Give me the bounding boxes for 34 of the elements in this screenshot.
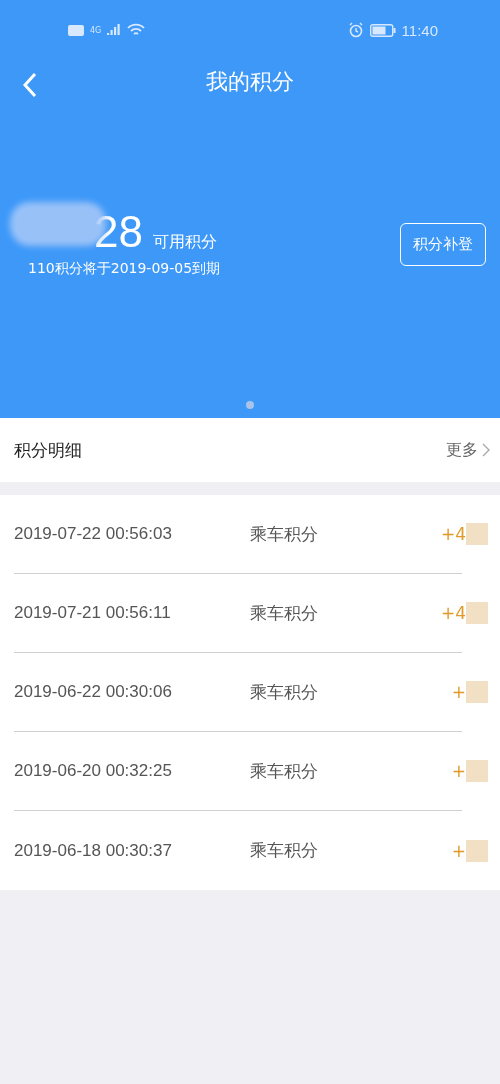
section-title: 积分明细 bbox=[14, 438, 82, 462]
record-amount: + bbox=[451, 840, 466, 861]
blurred-area bbox=[466, 760, 488, 782]
points-label: 可用积分 bbox=[152, 232, 217, 253]
record-type: 乘车积分 bbox=[250, 680, 318, 704]
alarm-icon bbox=[347, 22, 364, 38]
network-type: 4G bbox=[90, 25, 102, 35]
chevron-right-icon bbox=[482, 443, 490, 457]
record-time: 2019-06-18 00:30:37 bbox=[14, 840, 173, 861]
points-balance: 28 bbox=[94, 210, 143, 254]
signal-icon bbox=[107, 23, 122, 37]
page-title: 我的积分 bbox=[206, 68, 294, 96]
record-type: 乘车积分 bbox=[250, 522, 318, 546]
blurred-area bbox=[466, 839, 488, 862]
more-link[interactable]: 更多 bbox=[446, 439, 490, 461]
record-time: 2019-07-22 00:56:03 bbox=[14, 524, 173, 544]
blurred-area bbox=[466, 602, 488, 624]
clock-time: 11:40 bbox=[401, 21, 438, 39]
expiry-note: 110积分将于2019-09-05到期 bbox=[28, 260, 221, 278]
wifi-icon bbox=[127, 23, 146, 37]
record-amount: +4 bbox=[440, 603, 466, 623]
record-time: 2019-06-22 00:30:06 bbox=[14, 682, 173, 702]
hd-icon bbox=[68, 24, 84, 36]
record-amount: + bbox=[451, 682, 466, 702]
record-time: 2019-07-21 00:56:11 bbox=[14, 603, 172, 623]
record-type: 乘车积分 bbox=[250, 839, 318, 862]
record-type: 乘车积分 bbox=[250, 601, 318, 625]
record-amount: + bbox=[451, 761, 466, 781]
record-time: 2019-06-20 00:32:25 bbox=[14, 761, 173, 781]
record-amount: +4 bbox=[440, 524, 466, 544]
blurred-area bbox=[466, 523, 488, 545]
battery-icon bbox=[369, 23, 396, 37]
blurred-area bbox=[466, 681, 488, 703]
record-type: 乘车积分 bbox=[250, 759, 318, 783]
